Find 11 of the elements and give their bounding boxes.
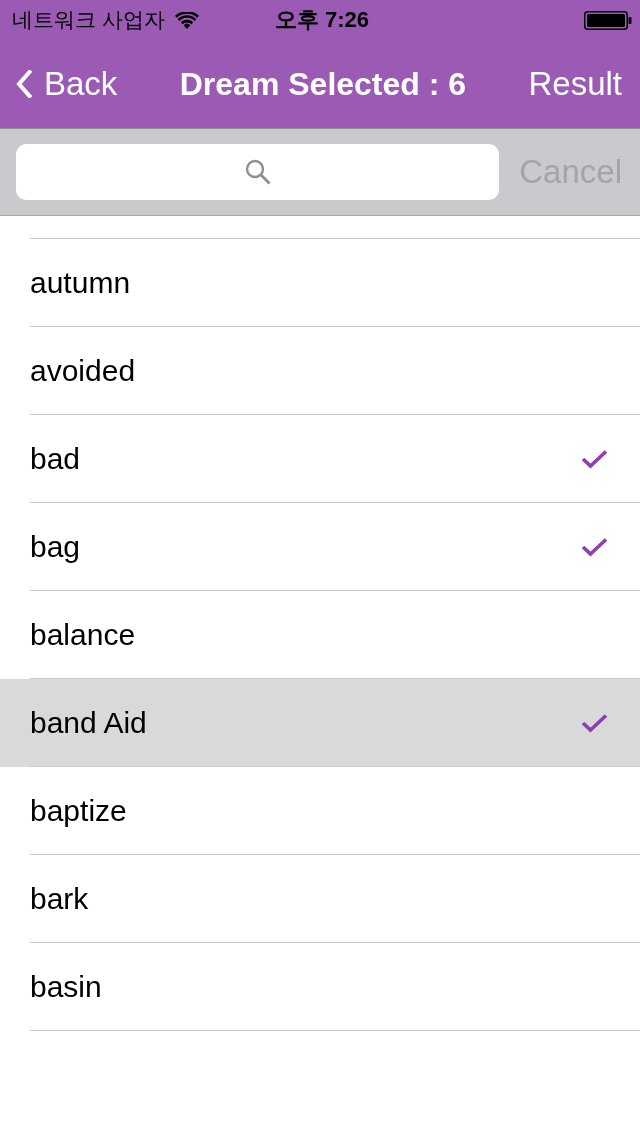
back-button[interactable]: Back	[16, 65, 118, 103]
chevron-left-icon	[16, 70, 32, 98]
status-time: 오후 7:26	[274, 6, 370, 34]
search-field[interactable]	[16, 144, 500, 200]
result-button[interactable]: Result	[528, 65, 622, 103]
list-item[interactable]: band Aid	[0, 679, 640, 767]
carrier-name: 네트워크 사업자	[12, 7, 165, 33]
search-icon	[244, 159, 271, 185]
wifi-icon	[174, 11, 199, 29]
battery-icon	[584, 10, 632, 30]
nav-title: Dream Selected : 6	[179, 65, 467, 103]
